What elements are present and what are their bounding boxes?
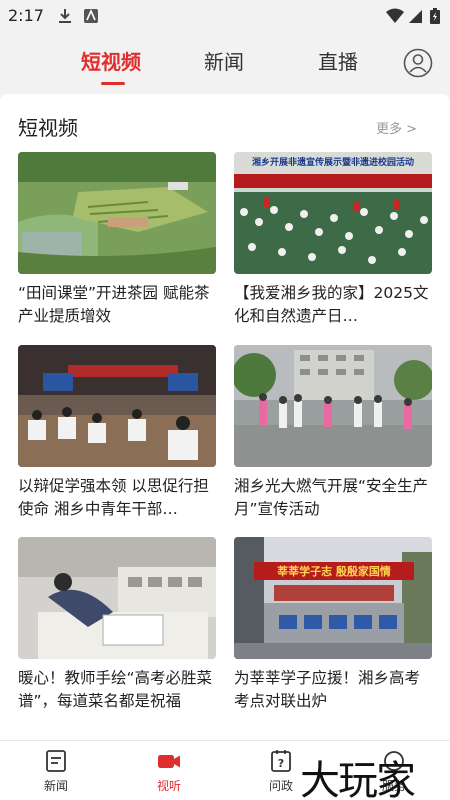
active-tab-indicator xyxy=(101,82,125,85)
svg-text:?: ? xyxy=(278,757,284,770)
video-thumbnail xyxy=(18,537,216,659)
tab-live[interactable]: 直播 xyxy=(318,46,358,75)
video-card[interactable]: “田间课堂”开进茶园 赋能茶产业提质增效 xyxy=(18,152,216,328)
thumbnail-banner-text: 莘莘学子志 殷殷家国情 xyxy=(277,564,391,578)
video-card[interactable]: 湘乡光大燃气开展“安全生产月”宣传活动 xyxy=(234,345,432,521)
bottom-tab-label: 视听 xyxy=(156,779,181,793)
status-time: 2:17 xyxy=(8,6,44,25)
video-thumbnail: 莘莘学子志 殷殷家国情 xyxy=(234,537,432,659)
video-title: 暖心！教师手绘“高考必胜菜谱”，每道菜名都是祝福 xyxy=(18,669,213,710)
thumbnail-banner-text: 湘乡开展非遗宣传展示暨非遗进校园活动 xyxy=(252,156,414,168)
tab-news[interactable]: 新闻 xyxy=(204,46,244,75)
tab-short-video[interactable]: 短视频 xyxy=(81,46,141,75)
video-title: 以辩促学强本领 以思促行担使命 湘乡中青年干部… xyxy=(18,477,209,518)
video-camera-icon xyxy=(158,755,180,768)
more-link[interactable]: 更多 > xyxy=(376,118,417,137)
video-title: 湘乡光大燃气开展“安全生产月”宣传活动 xyxy=(234,477,429,518)
video-card[interactable]: 莘莘学子志 殷殷家国情 为莘莘学子应援！湘乡高考考点对联出炉 xyxy=(234,537,432,713)
content-panel: 短视频 更多 > “田间课堂”开进茶园 赋能茶产业提质增效 湘乡开展非遗宣传展示… xyxy=(0,94,450,740)
top-nav: 短视频 新闻 直播 xyxy=(0,32,450,94)
video-thumbnail xyxy=(18,345,216,467)
video-title: 为莘莘学子应援！湘乡高考考点对联出炉 xyxy=(234,669,421,710)
wifi-icon xyxy=(386,8,404,23)
video-thumbnail xyxy=(18,152,216,274)
video-card[interactable]: 湘乡开展非遗宣传展示暨非遗进校园活动 【我爱湘乡我的家】2025文化和自然遗产日… xyxy=(234,152,432,328)
section-title: 短视频 xyxy=(18,116,78,140)
battery-icon xyxy=(430,8,440,24)
video-thumbnail: 湘乡开展非遗宣传展示暨非遗进校园活动 xyxy=(234,152,432,274)
video-title: “田间课堂”开进茶园 赋能茶产业提质增效 xyxy=(18,284,210,325)
question-icon: ? xyxy=(271,750,291,772)
profile-icon[interactable] xyxy=(403,48,433,78)
download-icon xyxy=(59,9,71,23)
app-notification-icon xyxy=(84,9,98,23)
status-bar: 2:17 xyxy=(0,0,450,32)
bottom-tab-news[interactable]: 新闻 xyxy=(26,749,86,794)
bottom-tab-label: 新闻 xyxy=(43,779,68,793)
signal-icon xyxy=(409,10,422,23)
video-card[interactable]: 以辩促学强本领 以思促行担使命 湘乡中青年干部… xyxy=(18,345,216,521)
video-title: 【我爱湘乡我的家】2025文化和自然遗产日… xyxy=(234,284,429,325)
video-card[interactable]: 暖心！教师手绘“高考必胜菜谱”，每道菜名都是祝福 xyxy=(18,537,216,713)
bottom-tab-video[interactable]: 视听 xyxy=(139,749,199,794)
watermark-logo: 大玩家 xyxy=(300,758,416,800)
news-icon xyxy=(46,750,66,772)
video-thumbnail xyxy=(234,345,432,467)
